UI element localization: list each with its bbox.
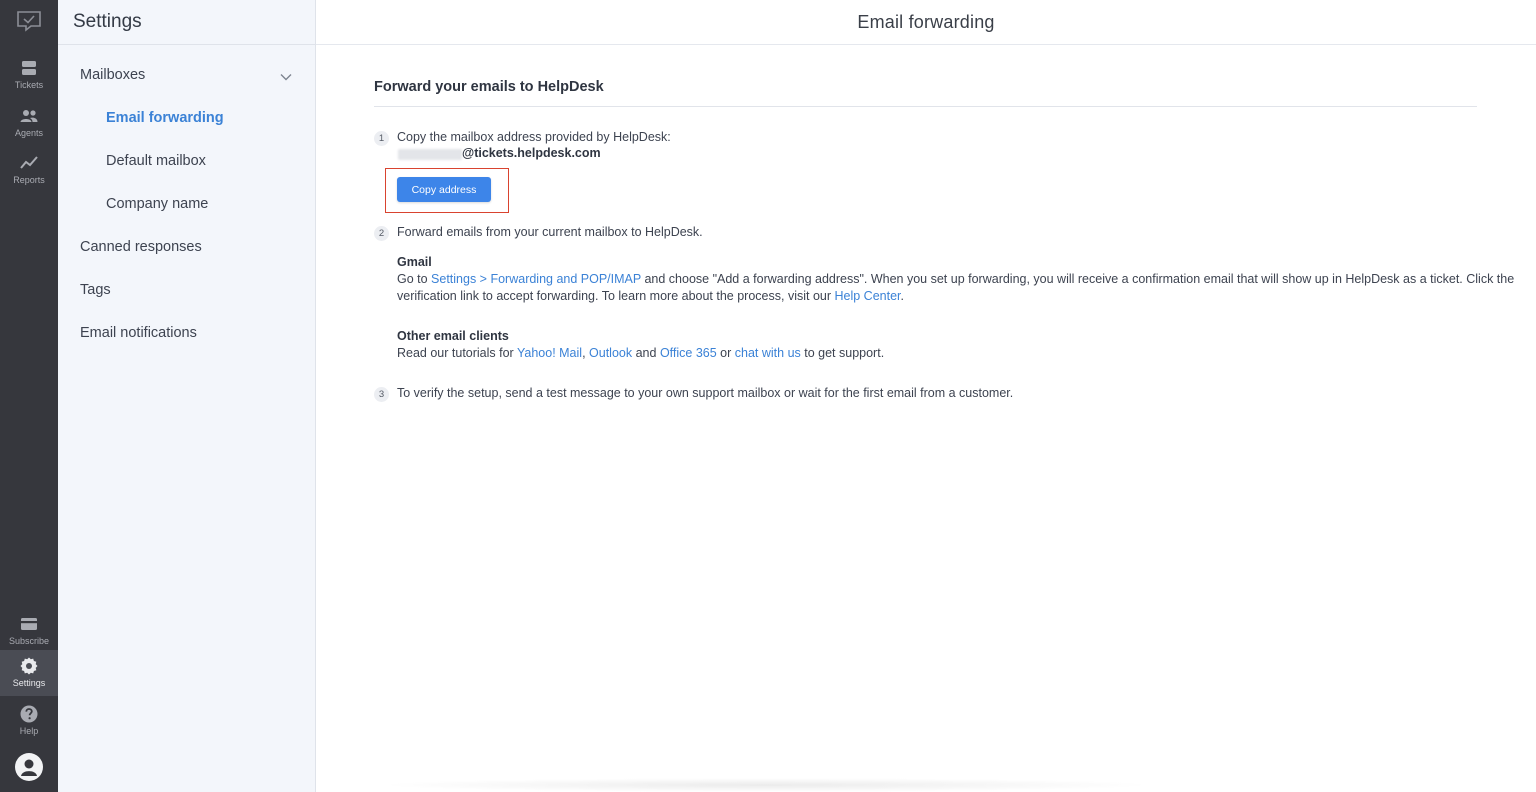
sidebar-item-mailboxes[interactable]: Mailboxes bbox=[80, 67, 145, 83]
main-header: Email forwarding bbox=[316, 0, 1536, 45]
settings-icon bbox=[20, 657, 38, 675]
subscribe-icon bbox=[21, 618, 37, 630]
gmail-settings-link[interactable]: Settings > Forwarding and POP/IMAP bbox=[431, 272, 641, 286]
sidebar-item-default-mailbox[interactable]: Default mailbox bbox=[106, 153, 206, 169]
other-clients-heading: Other email clients bbox=[397, 329, 509, 343]
section-divider bbox=[374, 106, 1477, 107]
other-text-end: to get support. bbox=[800, 346, 885, 360]
page-title: Email forwarding bbox=[857, 11, 995, 32]
other-text-sep-2: and bbox=[632, 346, 660, 360]
yahoo-mail-link[interactable]: Yahoo! Mail bbox=[517, 346, 582, 360]
step-3-number: 3 bbox=[374, 387, 389, 402]
copy-address-button[interactable]: Copy address bbox=[397, 177, 491, 202]
sidebar-item-tags[interactable]: Tags bbox=[80, 282, 111, 298]
tickets-icon bbox=[22, 61, 36, 75]
sidebar-item-canned-responses[interactable]: Canned responses bbox=[80, 239, 202, 255]
step-3-text: To verify the setup, send a test message… bbox=[397, 386, 1014, 400]
step-1-text: Copy the mailbox address provided by Hel… bbox=[397, 130, 671, 144]
rail-item-tickets[interactable]: Tickets bbox=[0, 52, 58, 98]
gmail-text-line2: verification link to accept forwarding. … bbox=[397, 289, 835, 303]
user-icon bbox=[21, 759, 37, 776]
sidebar-item-company-name[interactable]: Company name bbox=[106, 196, 208, 212]
gmail-text-pre: Go to bbox=[397, 272, 432, 286]
rail-item-reports[interactable]: Reports bbox=[0, 147, 58, 193]
gmail-text-mid: and choose "Add a forwarding address". W… bbox=[641, 272, 1515, 286]
rail-label-agents: Agents bbox=[14, 128, 44, 138]
sidebar-title: Settings bbox=[73, 11, 142, 32]
other-text-sep-1: , bbox=[582, 346, 590, 360]
other-clients-text: Read our tutorials for Yahoo! Mail, Outl… bbox=[397, 345, 884, 362]
rail-label-help: Help bbox=[19, 726, 39, 736]
step-2-text: Forward emails from your current mailbox… bbox=[397, 225, 703, 239]
rail-label-subscribe: Subscribe bbox=[8, 636, 50, 646]
sidebar-header: Settings bbox=[58, 0, 315, 45]
section-title: Forward your emails to HelpDesk bbox=[374, 79, 604, 95]
rail-item-settings[interactable]: Settings bbox=[0, 650, 58, 696]
chat-with-us-link[interactable]: chat with us bbox=[735, 346, 801, 360]
sidebar-item-email-notifications[interactable]: Email notifications bbox=[80, 325, 197, 341]
settings-sidebar: Settings Mailboxes Email forwarding Defa… bbox=[58, 0, 316, 792]
helpdesk-logo-icon[interactable] bbox=[16, 10, 42, 32]
other-text-sep-3: or bbox=[716, 346, 735, 360]
rail-label-settings: Settings bbox=[12, 678, 46, 688]
help-center-link[interactable]: Help Center bbox=[834, 289, 900, 303]
rail-label-tickets: Tickets bbox=[14, 80, 44, 90]
main-content: Email forwarding Forward your emails to … bbox=[316, 0, 1536, 792]
redacted-mailbox-name bbox=[398, 149, 462, 160]
help-icon bbox=[20, 705, 38, 723]
step-2-number: 2 bbox=[374, 226, 389, 241]
sidebar-item-email-forwarding[interactable]: Email forwarding bbox=[106, 110, 224, 126]
rail-label-reports: Reports bbox=[13, 175, 45, 185]
other-text-pre: Read our tutorials for bbox=[397, 346, 517, 360]
reports-icon bbox=[20, 156, 38, 169]
rail-item-subscribe[interactable]: Subscribe bbox=[0, 608, 58, 654]
gmail-heading: Gmail bbox=[397, 255, 432, 269]
rail-item-help[interactable]: Help bbox=[0, 698, 58, 744]
gmail-instructions-line-2: verification link to accept forwarding. … bbox=[397, 288, 904, 305]
rail-item-agents[interactable]: Agents bbox=[0, 100, 58, 146]
step-1-number: 1 bbox=[374, 131, 389, 146]
app-rail: Tickets Agents Reports Subscribe Setting… bbox=[0, 0, 58, 792]
outlook-link[interactable]: Outlook bbox=[589, 346, 632, 360]
user-avatar[interactable] bbox=[15, 753, 43, 781]
office-365-link[interactable]: Office 365 bbox=[660, 346, 717, 360]
bottom-shadow bbox=[376, 778, 1156, 792]
gmail-text-end: . bbox=[900, 289, 904, 303]
agents-icon bbox=[20, 110, 38, 122]
mailbox-address-domain[interactable]: @tickets.helpdesk.com bbox=[462, 146, 601, 160]
chevron-down-icon[interactable] bbox=[279, 70, 293, 84]
gmail-instructions-line-1: Go to Settings > Forwarding and POP/IMAP… bbox=[397, 271, 1514, 288]
